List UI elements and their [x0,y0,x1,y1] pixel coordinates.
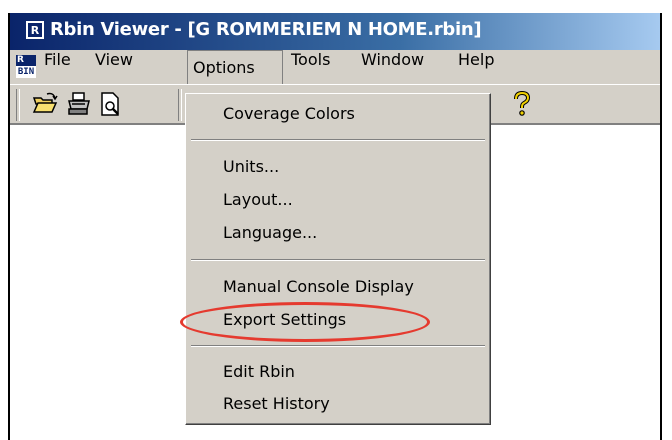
menu-separator [191,345,485,347]
menu-item-language[interactable]: Language... [223,223,317,242]
toolbar-separator [178,89,182,121]
rbin-logo-icon[interactable]: R BIN [16,55,36,79]
highlight-ellipse [180,302,430,342]
menu-item-coverage-colors[interactable]: Coverage Colors [223,104,355,123]
open-folder-icon[interactable] [32,91,58,117]
print-preview-icon[interactable] [98,91,124,117]
menu-view[interactable]: View [95,50,133,84]
toolbar-grip[interactable] [16,89,20,121]
menu-item-units[interactable]: Units... [223,157,279,176]
menu-item-reset-history[interactable]: Reset History [223,394,330,413]
menu-item-layout[interactable]: Layout... [223,190,293,209]
help-icon[interactable] [512,91,532,117]
print-icon[interactable] [66,91,92,117]
menu-bar: R BIN File View Options Tools Window Hel… [10,50,660,84]
title-bar[interactable]: R Rbin Viewer - [G ROMMERIEM N HOME.rbin… [10,13,660,50]
app-icon: R [26,21,44,39]
menu-item-edit-rbin[interactable]: Edit Rbin [223,362,295,381]
window-title: Rbin Viewer - [G ROMMERIEM N HOME.rbin] [50,19,482,40]
menu-file[interactable]: File [44,50,71,84]
menu-window[interactable]: Window [361,50,424,84]
menu-options[interactable]: Options [187,50,283,84]
menu-separator [191,259,485,261]
options-dropdown-menu: Coverage Colors Units... Layout... Langu… [185,93,491,425]
menu-separator [191,139,485,141]
menu-tools[interactable]: Tools [291,50,330,84]
menu-item-manual-console-display[interactable]: Manual Console Display [223,277,414,296]
menu-help[interactable]: Help [458,50,494,84]
